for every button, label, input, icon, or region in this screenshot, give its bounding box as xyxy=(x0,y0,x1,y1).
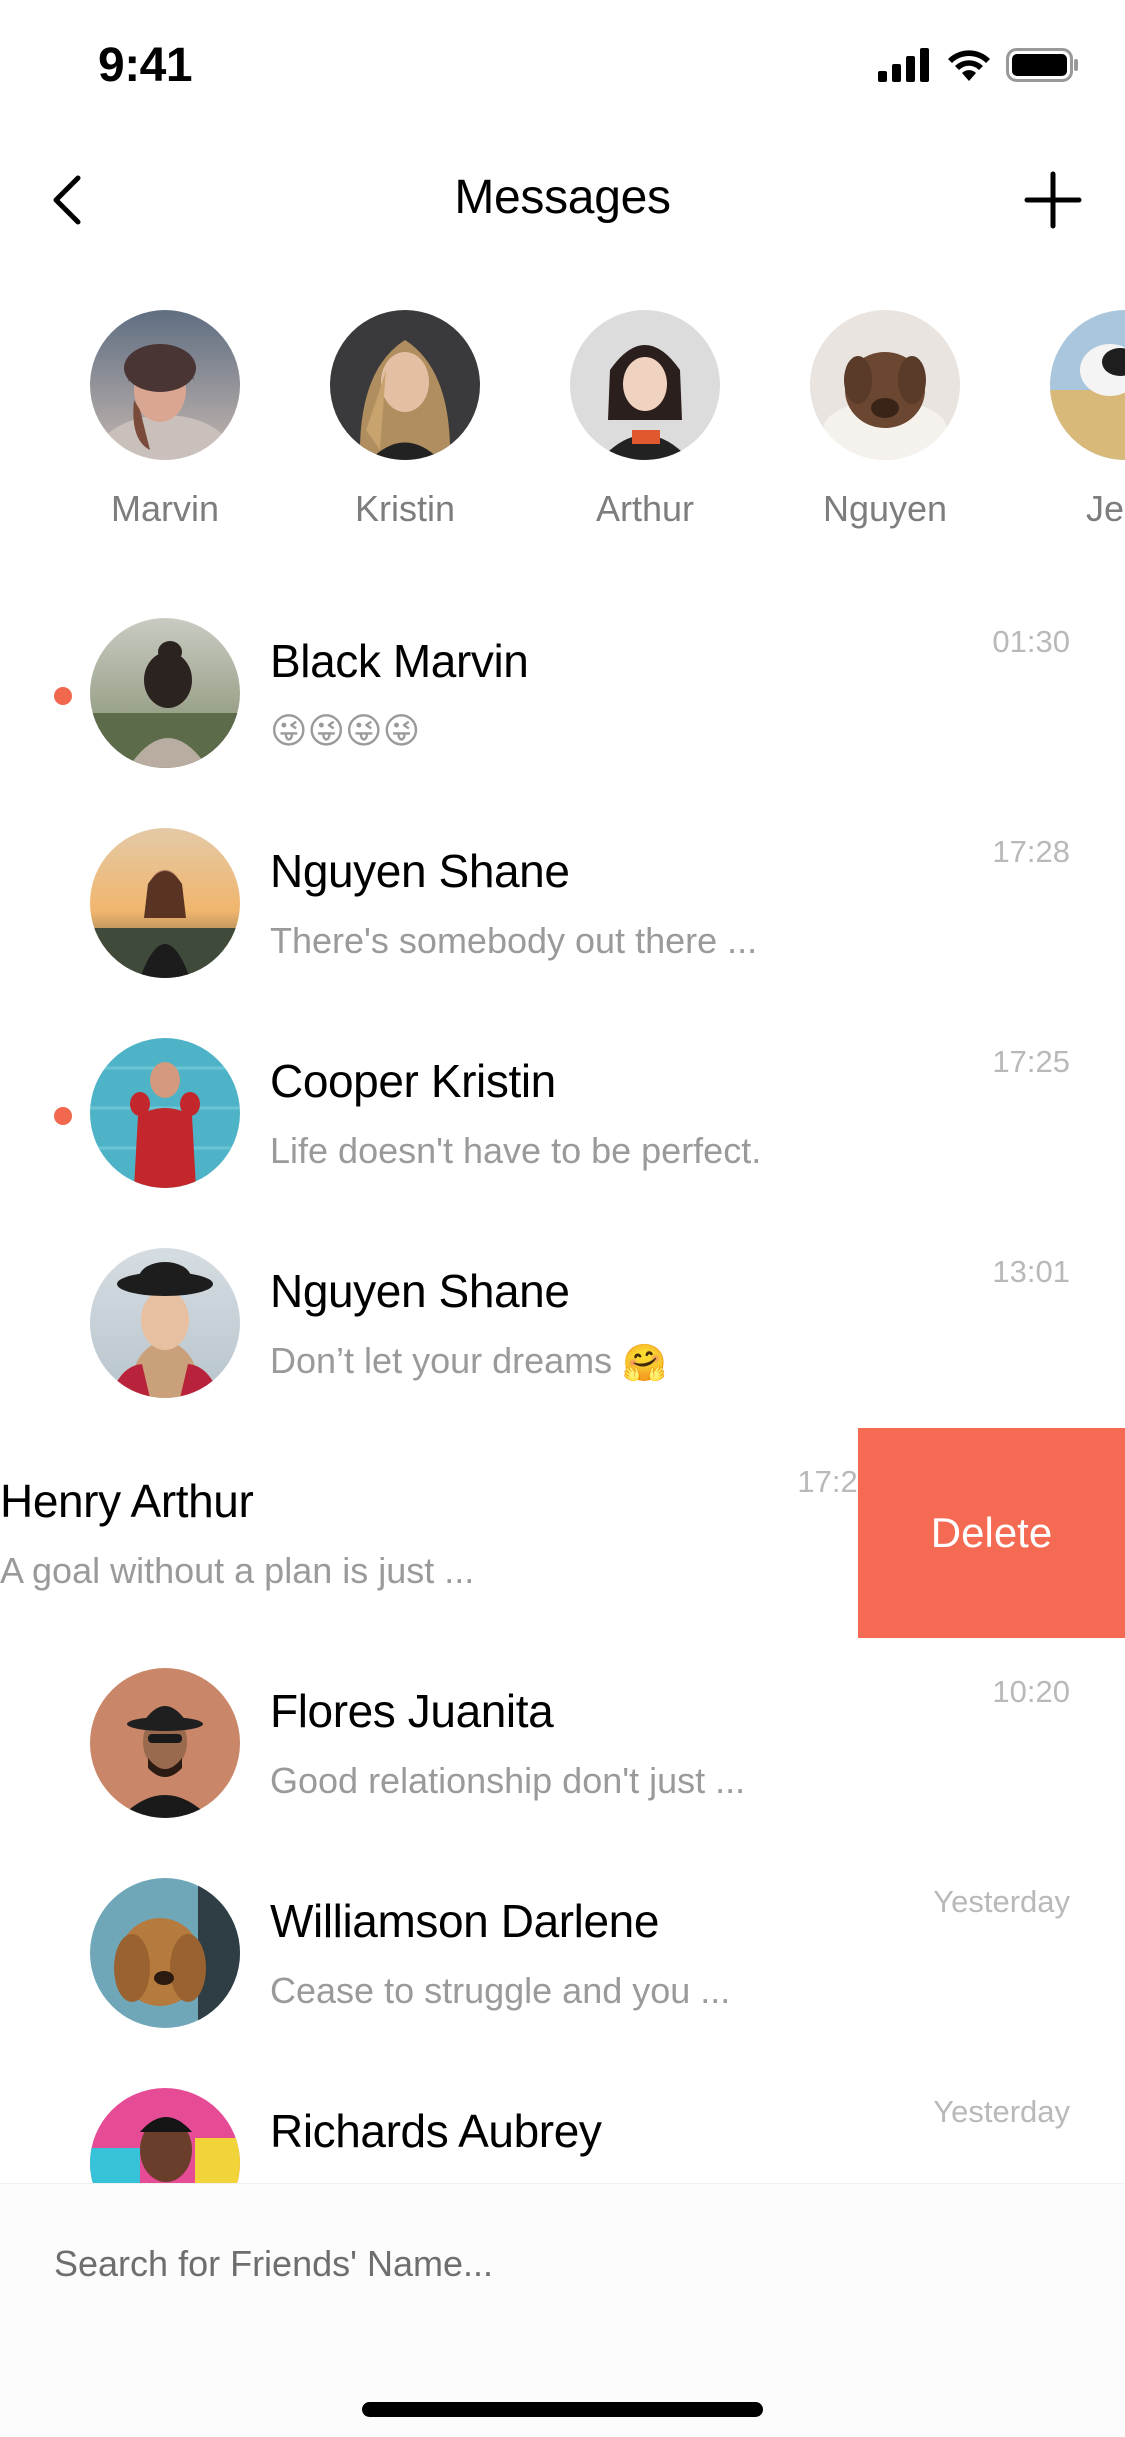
message-preview: 😜😜😜😜 xyxy=(270,710,421,751)
message-time: 10:20 xyxy=(992,1674,1070,1709)
unread-indicator xyxy=(54,1107,72,1125)
avatar xyxy=(90,828,240,978)
message-preview: Life doesn't have to be perfect. xyxy=(270,1130,762,1171)
contact-name: Black Marvin xyxy=(270,635,529,687)
message-time: 13:01 xyxy=(992,1254,1070,1289)
conversation-content: Nguyen Shane Don’t let your dreams 🤗 13:… xyxy=(0,1218,1125,1428)
conversation-content: Cooper Kristin Life doesn't have to be p… xyxy=(0,1008,1125,1218)
conversation-content: Flores Juanita Good relationship don't j… xyxy=(0,1638,1125,1848)
hugging-face-emoji: 🤗 xyxy=(622,1342,667,1384)
search-input[interactable] xyxy=(54,2234,1054,2294)
conversation-row[interactable]: Williamson Darlene Cease to struggle and… xyxy=(0,1848,1125,2058)
message-preview: Don’t let your dreams 🤗 xyxy=(270,1340,667,1384)
message-time: 17:28 xyxy=(992,834,1070,869)
message-preview: There's somebody out there ... xyxy=(270,920,758,961)
message-time: Yesterday xyxy=(933,1884,1070,1919)
avatar xyxy=(90,618,240,768)
conversation-content: Williamson Darlene Cease to struggle and… xyxy=(0,1848,1125,2058)
message-time: Yesterday xyxy=(933,2094,1070,2129)
message-time: 01:30 xyxy=(992,624,1070,659)
avatar xyxy=(90,1038,240,1188)
conversation-content: Nguyen Shane There's somebody out there … xyxy=(0,798,1125,1008)
conversation-row[interactable]: Henry Arthur A goal without a plan is ju… xyxy=(0,1428,1125,1638)
conversation-row[interactable]: Black Marvin 😜😜😜😜 01:30 xyxy=(0,588,1125,798)
contact-name: Williamson Darlene xyxy=(270,1895,660,1947)
conversation-list: Black Marvin 😜😜😜😜 01:30 Nguyen Shane The… xyxy=(0,0,1125,2436)
contact-name: Cooper Kristin xyxy=(270,1055,556,1107)
avatar xyxy=(90,1668,240,1818)
contact-name: Flores Juanita xyxy=(270,1685,554,1737)
message-time: 17:25 xyxy=(992,1044,1070,1079)
conversation-content: Black Marvin 😜😜😜😜 01:30 xyxy=(0,588,1125,798)
contact-name: Henry Arthur xyxy=(0,1475,254,1527)
conversation-content: Henry Arthur A goal without a plan is ju… xyxy=(0,1428,855,1638)
unread-indicator xyxy=(54,687,72,705)
avatar xyxy=(90,1248,240,1398)
contact-name: Nguyen Shane xyxy=(270,1265,570,1317)
search-bar xyxy=(0,2183,1125,2437)
home-indicator[interactable] xyxy=(362,2402,763,2417)
delete-button[interactable]: Delete xyxy=(858,1428,1125,1638)
avatar xyxy=(90,1878,240,2028)
message-preview: Good relationship don't just ... xyxy=(270,1760,746,1801)
message-preview: Cease to struggle and you ... xyxy=(270,1970,731,2011)
contact-name: Nguyen Shane xyxy=(270,845,570,897)
conversation-row[interactable]: Nguyen Shane Don’t let your dreams 🤗 13:… xyxy=(0,1218,1125,1428)
contact-name: Richards Aubrey xyxy=(270,2105,602,2157)
conversation-row[interactable]: Nguyen Shane There's somebody out there … xyxy=(0,798,1125,1008)
message-preview-text: Don’t let your dreams xyxy=(270,1340,613,1381)
conversation-row[interactable]: Cooper Kristin Life doesn't have to be p… xyxy=(0,1008,1125,1218)
message-preview: A goal without a plan is just ... xyxy=(0,1550,475,1591)
conversation-row[interactable]: Flores Juanita Good relationship don't j… xyxy=(0,1638,1125,1848)
